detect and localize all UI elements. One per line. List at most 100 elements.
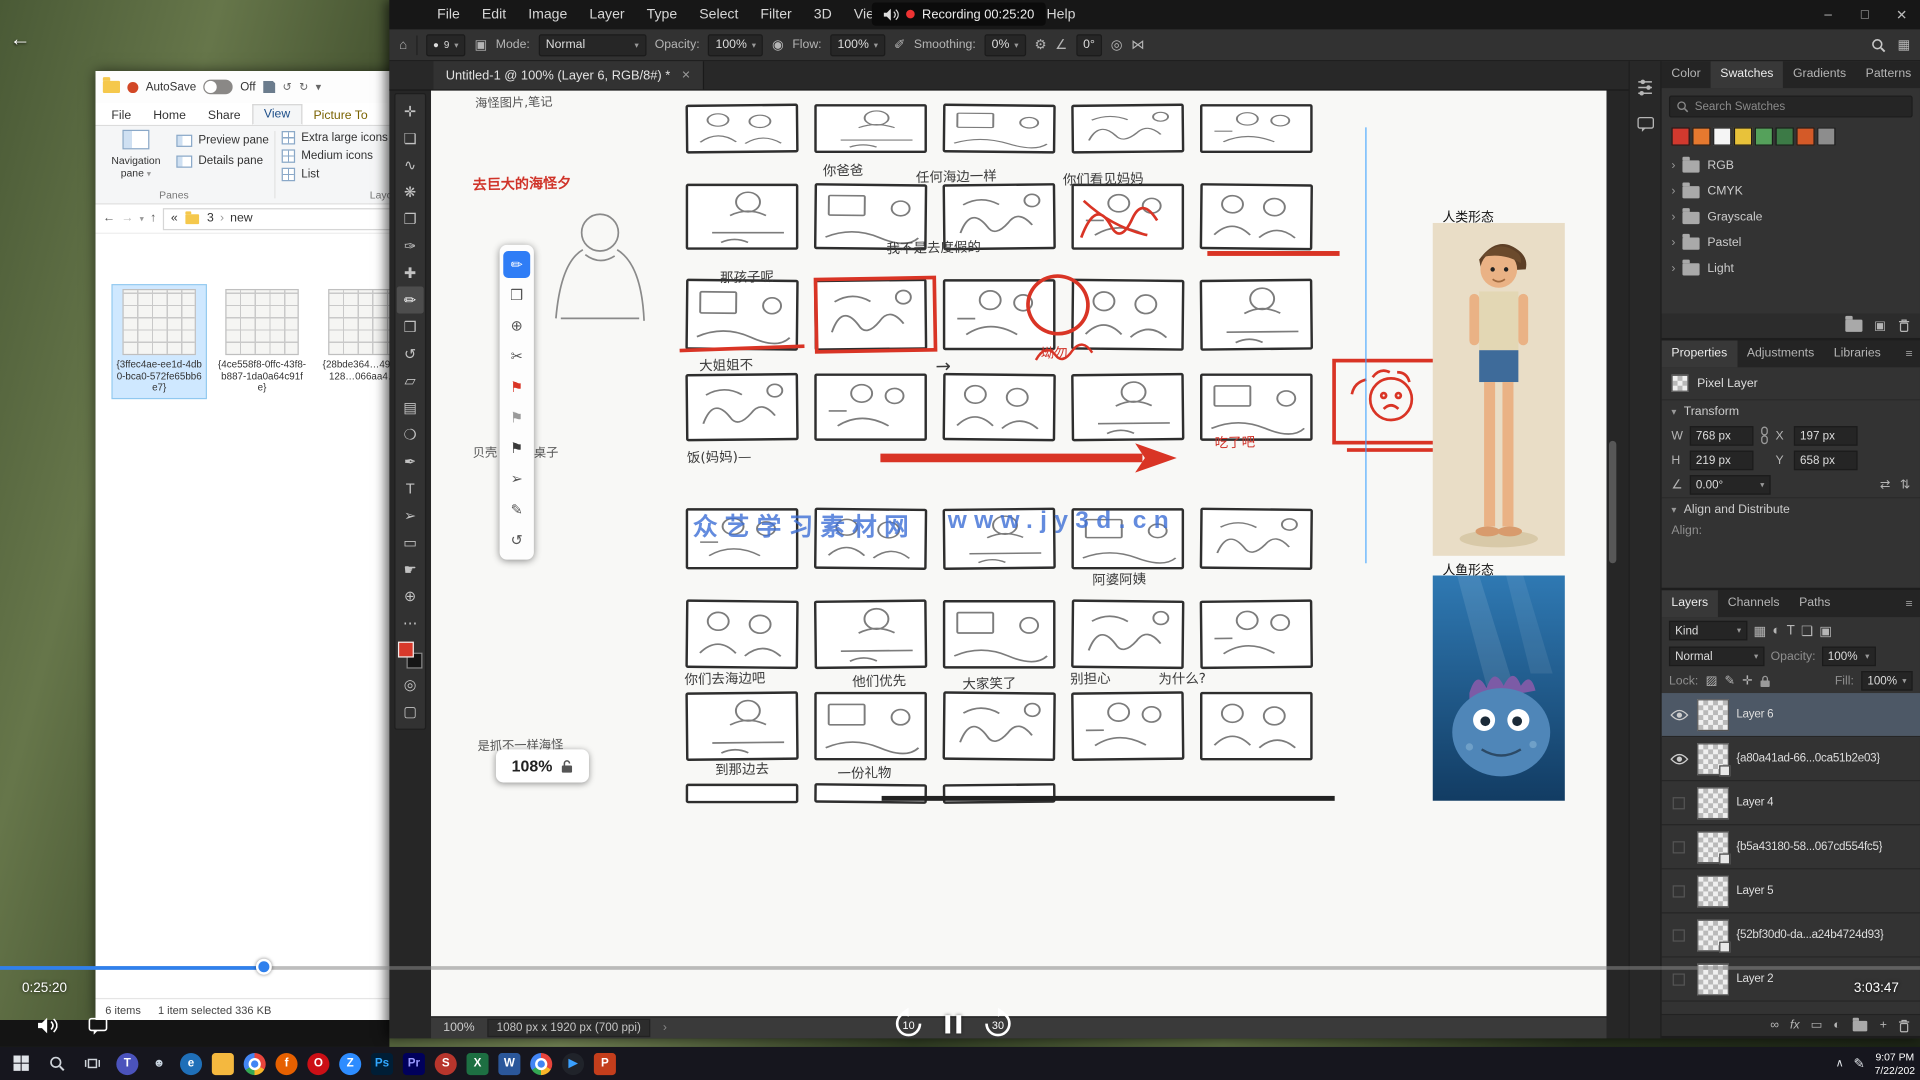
- white-swatch[interactable]: [1713, 127, 1731, 145]
- dark-green-swatch[interactable]: [1776, 127, 1794, 145]
- zoom-level[interactable]: 100%: [443, 1021, 474, 1034]
- visibility-toggle[interactable]: [1668, 752, 1690, 764]
- taskbar-search-icon[interactable]: [40, 1047, 72, 1080]
- annotate-cut-icon[interactable]: ✂: [503, 343, 530, 370]
- taskbar-firefox-icon[interactable]: f: [276, 1052, 298, 1074]
- taskbar-media-icon[interactable]: ▶: [562, 1052, 584, 1074]
- taskbar-word-icon[interactable]: W: [498, 1052, 520, 1074]
- quick-select-tool[interactable]: ❋: [397, 179, 424, 206]
- swatches-search[interactable]: [1669, 96, 1913, 118]
- brush-preset-picker[interactable]: ● 9 ▾: [426, 34, 466, 56]
- filter-pixel-icon[interactable]: ▦: [1753, 623, 1766, 639]
- smoothing-select[interactable]: 0%▾: [984, 34, 1026, 56]
- explorer-tab[interactable]: Share: [197, 107, 252, 125]
- menu-item[interactable]: Image: [517, 7, 578, 22]
- panel-tab[interactable]: Color: [1662, 61, 1711, 88]
- workspace-switcher-icon[interactable]: ▦: [1897, 37, 1910, 53]
- {a80a41ad-66...0ca51b2e03}[interactable]: {a80a41ad-66...0ca51b2e03}: [1662, 737, 1920, 781]
- explorer-tab[interactable]: Home: [142, 107, 197, 125]
- adjustment-layer-icon[interactable]: ◐: [1833, 1019, 1840, 1032]
- details-pane-button[interactable]: Details pane: [176, 154, 269, 167]
- pressure-size-icon[interactable]: ◎: [1111, 37, 1123, 53]
- home-icon[interactable]: ⌂: [399, 37, 407, 52]
- lasso-tool[interactable]: ∿: [397, 152, 424, 179]
- type-tool[interactable]: T: [397, 475, 424, 502]
- panel-menu-icon[interactable]: ≡: [1898, 347, 1920, 360]
- layout-option[interactable]: List: [282, 168, 388, 181]
- canvas[interactable]: 你爸爸 任何海边一样 你们看见妈妈 那孩子呢 我不是去度假的 大姐姐不 饭(妈妈…: [431, 91, 1607, 1017]
- layout-option[interactable]: Medium icons: [282, 149, 388, 162]
- panel-tab[interactable]: Layers: [1662, 590, 1718, 617]
- layout-option[interactable]: Extra large icons: [282, 131, 388, 144]
- height-field[interactable]: 219 px: [1690, 451, 1754, 471]
- flow-select[interactable]: 100%▾: [830, 34, 885, 56]
- panel-tab[interactable]: Properties: [1662, 340, 1737, 367]
- taskbar-opera-icon[interactable]: O: [307, 1052, 329, 1074]
- link-layers-icon[interactable]: ∞: [1770, 1019, 1779, 1032]
- pen-icon[interactable]: ✎: [1853, 1056, 1864, 1072]
- nav-history-caret-icon[interactable]: ▾: [140, 214, 144, 224]
- annotate-flag-dark-icon[interactable]: ⚑: [503, 435, 530, 462]
- link-dimensions-icon[interactable]: [1760, 426, 1770, 446]
- y-field[interactable]: 658 px: [1794, 451, 1858, 471]
- align-section-label[interactable]: Align and Distribute: [1684, 503, 1790, 516]
- panel-menu-icon[interactable]: ≡: [1898, 597, 1920, 610]
- undo-icon[interactable]: ↺: [282, 80, 291, 93]
- move-tool[interactable]: ✛: [397, 98, 424, 125]
- panel-tab[interactable]: Gradients: [1783, 61, 1856, 88]
- symmetry-icon[interactable]: ⋈: [1131, 37, 1144, 53]
- Layer 5[interactable]: Layer 5: [1662, 869, 1920, 913]
- taskbar-photoshop-icon[interactable]: Ps: [371, 1052, 393, 1074]
- layer-mask-icon[interactable]: ▭: [1811, 1019, 1823, 1032]
- taskbar-people-icon[interactable]: ☻: [148, 1052, 170, 1074]
- menu-item[interactable]: File: [426, 7, 471, 22]
- document-tab[interactable]: Untitled-1 @ 100% (Layer 6, RGB/8#) * ✕: [433, 61, 704, 89]
- color-swatches[interactable]: [397, 642, 424, 671]
- visibility-toggle[interactable]: [1668, 797, 1690, 809]
- panel-tab[interactable]: Swatches: [1710, 61, 1783, 88]
- pen-tool[interactable]: ✒: [397, 448, 424, 475]
- opacity-select[interactable]: 100%▾: [708, 34, 763, 56]
- search-icon[interactable]: [1871, 37, 1886, 52]
- explorer-tab[interactable]: View: [252, 104, 303, 125]
- back-arrow-icon[interactable]: ←: [10, 27, 31, 51]
- brush-tool[interactable]: ✏: [397, 287, 424, 314]
- quick-access-caret-icon[interactable]: ▾: [316, 80, 322, 93]
- airbrush-icon[interactable]: ✐: [894, 37, 905, 53]
- panel-tab[interactable]: Patterns: [1856, 61, 1920, 88]
- screen-mode-icon[interactable]: ▢: [397, 698, 424, 725]
- lock-icon[interactable]: [561, 759, 573, 774]
- annotate-pen-icon[interactable]: ✏: [503, 251, 530, 278]
- close-button[interactable]: ✕: [1883, 7, 1920, 23]
- navigation-pane-button[interactable]: Navigation pane ▾: [100, 130, 171, 180]
- save-icon[interactable]: [263, 81, 275, 93]
- Layer 2[interactable]: Layer 2: [1662, 958, 1920, 1002]
- new-swatch-icon[interactable]: ▣: [1874, 319, 1886, 332]
- taskbar-powerpoint-icon[interactable]: P: [594, 1052, 616, 1074]
- swatches-search-input[interactable]: [1695, 100, 1842, 113]
- {b5a43180-58...067cd554fc5}[interactable]: {b5a43180-58...067cd554fc5}: [1662, 825, 1920, 869]
- eraser-tool[interactable]: ▱: [397, 367, 424, 394]
- x-field[interactable]: 197 px: [1794, 426, 1858, 446]
- blend-mode-select[interactable]: Normal▾: [538, 34, 646, 56]
- flip-vertical-icon[interactable]: ⇅: [1900, 478, 1910, 491]
- visibility-toggle[interactable]: [1668, 973, 1690, 985]
- layer-opacity-select[interactable]: 100%▾: [1822, 647, 1876, 667]
- brush-angle-field[interactable]: 0°: [1076, 34, 1102, 56]
- nav-up-icon[interactable]: ↑: [150, 212, 156, 225]
- edit-toolbar-icon[interactable]: ⋯: [397, 610, 424, 637]
- path-select-tool[interactable]: ➢: [397, 502, 424, 529]
- menu-item[interactable]: Type: [636, 7, 689, 22]
- annotate-undo-icon[interactable]: ↺: [503, 527, 530, 554]
- autosave-toggle[interactable]: [204, 80, 233, 95]
- panel-tab[interactable]: Libraries: [1824, 340, 1891, 367]
- annotate-flag-red-icon[interactable]: ⚑: [503, 373, 530, 400]
- minimize-button[interactable]: –: [1810, 7, 1847, 23]
- taskbar-chrome2-icon[interactable]: [530, 1052, 552, 1074]
- fill-select[interactable]: 100%▾: [1861, 671, 1912, 691]
- foreground-color-swatch[interactable]: [398, 642, 414, 658]
- transform-section-label[interactable]: Transform: [1684, 405, 1739, 418]
- kind-filter-select[interactable]: Kind▾: [1669, 621, 1747, 641]
- smoothing-gear-icon[interactable]: ⚙: [1035, 37, 1047, 53]
- layer-effects-icon[interactable]: fx: [1790, 1019, 1800, 1032]
